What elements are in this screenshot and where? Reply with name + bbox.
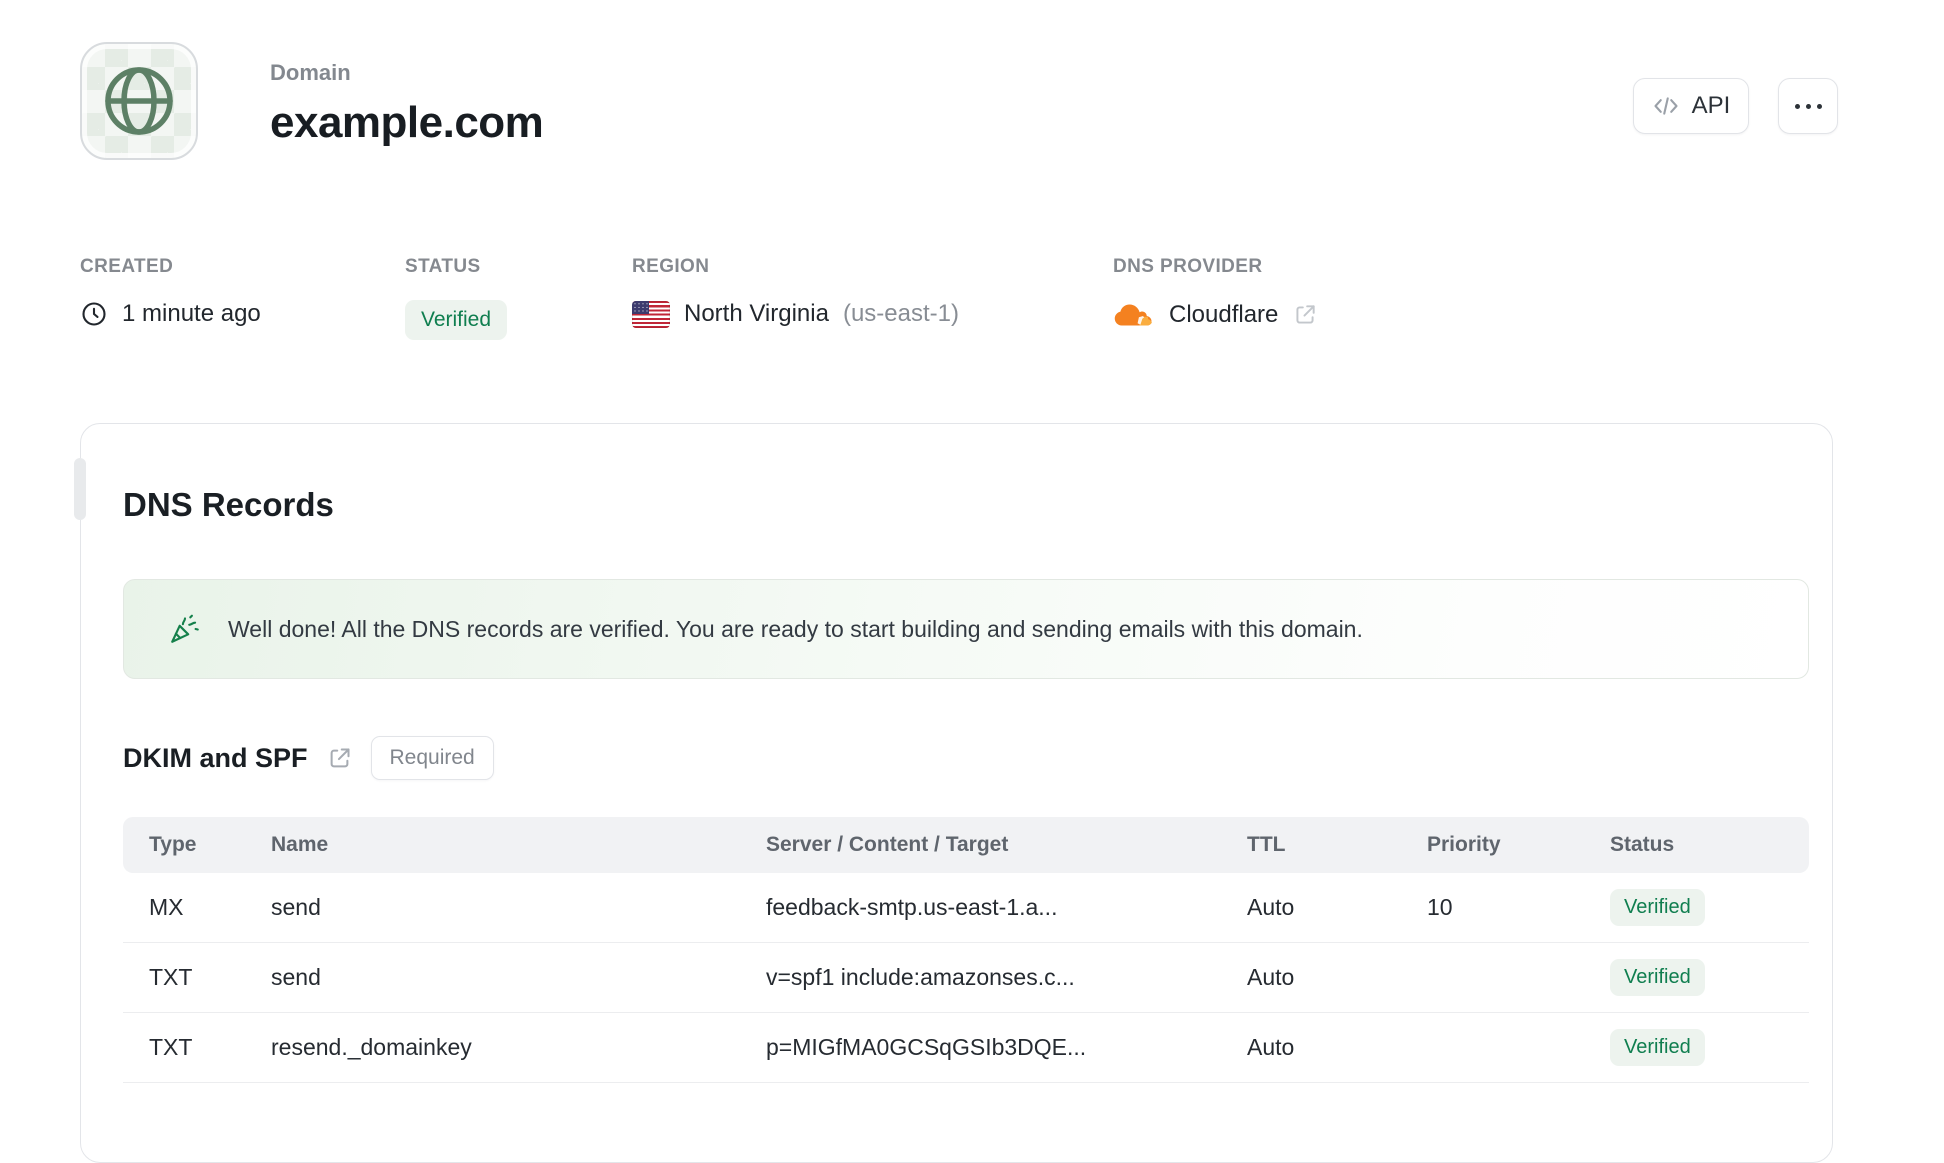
dns-records-card: DNS Records Well done! All the DNS recor… <box>80 423 1833 1163</box>
domain-avatar <box>80 42 198 160</box>
region-value: North Virginia <box>684 300 829 327</box>
status-badge: Verified <box>405 300 508 340</box>
cell-name: send <box>271 964 321 990</box>
verified-badge: Verified <box>1610 1029 1705 1066</box>
success-banner: Well done! All the DNS records are verif… <box>123 579 1809 679</box>
clock-icon <box>80 300 108 328</box>
globe-icon <box>102 64 176 138</box>
table-row[interactable]: MX send feedback-smtp.us-east-1.a... Aut… <box>123 873 1809 943</box>
dkim-spf-section-header: DKIM and SPF Required <box>123 736 494 780</box>
us-flag-icon <box>632 300 670 328</box>
cell-type: TXT <box>149 1034 193 1060</box>
col-ttl: TTL <box>1247 833 1286 856</box>
meta-dns-provider: DNS PROVIDER Cloudflare <box>1113 256 1316 328</box>
col-content: Server / Content / Target <box>766 833 1009 856</box>
external-link-icon[interactable] <box>1292 302 1318 328</box>
cell-ttl: Auto <box>1247 894 1295 920</box>
cell-type: MX <box>149 894 184 920</box>
col-name: Name <box>271 833 329 856</box>
api-button[interactable]: API <box>1633 78 1749 134</box>
code-icon <box>1652 92 1680 120</box>
cell-content: feedback-smtp.us-east-1.a... <box>766 894 1058 920</box>
scroll-indicator[interactable] <box>74 458 86 520</box>
cell-content: p=MIGfMA0GCSqGSIb3DQE... <box>766 1034 1087 1060</box>
table-row[interactable]: TXT send v=spf1 include:amazonses.c... A… <box>123 943 1809 1013</box>
region-label: REGION <box>632 256 710 277</box>
cell-name: send <box>271 894 321 920</box>
page-title: example.com <box>270 98 544 147</box>
col-priority: Priority <box>1427 833 1501 856</box>
party-popper-icon <box>168 612 202 646</box>
cell-ttl: Auto <box>1247 1034 1295 1060</box>
ellipsis-icon <box>1794 103 1822 109</box>
dkim-spf-title: DKIM and SPF <box>123 742 308 773</box>
meta-status: STATUS Verified <box>405 256 508 340</box>
cell-ttl: Auto <box>1247 964 1295 990</box>
cell-type: TXT <box>149 964 193 990</box>
table-row[interactable]: TXT resend._domainkey p=MIGfMA0GCSqGSIb3… <box>123 1013 1809 1083</box>
table-header-row: Type Name Server / Content / Target TTL … <box>123 817 1809 873</box>
more-options-button[interactable] <box>1778 78 1838 134</box>
verified-badge: Verified <box>1610 959 1705 996</box>
api-button-label: API <box>1691 92 1731 119</box>
cell-content: v=spf1 include:amazonses.c... <box>766 964 1075 990</box>
col-status: Status <box>1610 833 1675 856</box>
meta-created: CREATED 1 minute ago <box>80 256 261 327</box>
dns-records-title: DNS Records <box>123 486 334 523</box>
success-banner-text: Well done! All the DNS records are verif… <box>228 615 1363 642</box>
cell-name: resend._domainkey <box>271 1034 472 1060</box>
external-link-icon[interactable] <box>326 745 353 772</box>
status-label: STATUS <box>405 256 481 277</box>
region-code: (us-east-1) <box>842 300 959 327</box>
cell-priority: 10 <box>1427 894 1453 920</box>
page-header: Domain example.com <box>270 60 544 148</box>
col-type: Type <box>149 833 197 856</box>
dns-provider-label: DNS PROVIDER <box>1113 256 1263 277</box>
cloudflare-icon <box>1113 300 1155 330</box>
created-value: 1 minute ago <box>122 300 261 327</box>
dns-records-table: Type Name Server / Content / Target TTL … <box>123 817 1809 1083</box>
dns-provider-value: Cloudflare <box>1169 301 1279 328</box>
verified-badge: Verified <box>1610 889 1705 926</box>
created-label: CREATED <box>80 256 174 277</box>
meta-region: REGION North Virginia (us-east-1) <box>632 256 959 328</box>
domain-label: Domain <box>270 60 351 85</box>
required-badge: Required <box>370 736 494 780</box>
